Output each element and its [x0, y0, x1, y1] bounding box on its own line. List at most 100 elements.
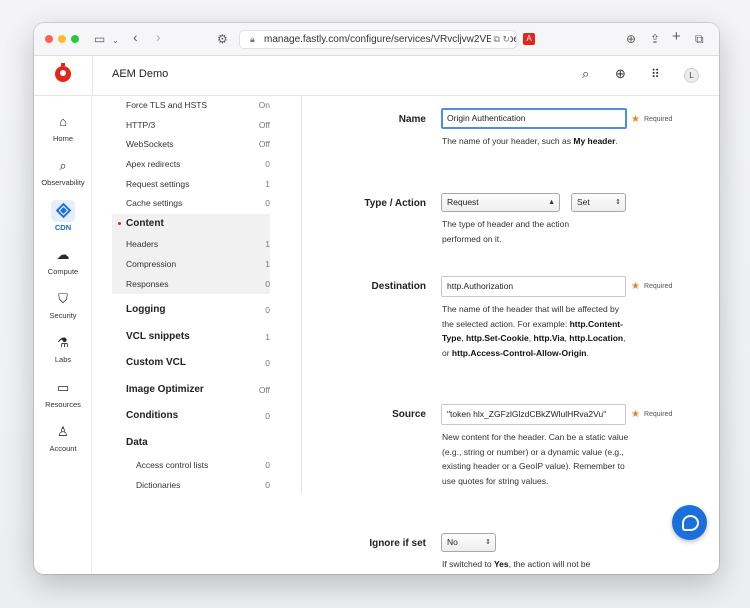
nav-item-compression[interactable]: Compression 1	[112, 255, 270, 274]
nav-section-vcl-snippets[interactable]: VCL snippets 1	[112, 328, 270, 347]
nav-section-image-optimizer[interactable]: Image Optimizer Off	[112, 381, 270, 400]
nav-section-data[interactable]: Data	[112, 434, 270, 453]
nav-section-content[interactable]: Content	[112, 215, 270, 234]
required-star-icon: ★	[631, 281, 640, 292]
shield-icon: ⛉	[58, 291, 68, 306]
app-header: AEM Demo ⌕ ⊕ ⠿ L	[34, 56, 719, 96]
tab-overview-icon[interactable]: ⧉	[695, 31, 704, 47]
fastly-logo-icon[interactable]	[55, 63, 71, 82]
nav-item-websockets[interactable]: WebSockets Off	[112, 135, 270, 154]
nav-item-value: 1	[265, 239, 270, 249]
rail-item-account[interactable]: ♙ Account	[34, 424, 92, 453]
rail-item-cdn[interactable]: CDN	[34, 200, 92, 232]
header-divider	[92, 56, 93, 96]
nav-item-label: Request settings	[126, 179, 190, 189]
nav-item-http3[interactable]: HTTP/3 Off	[112, 116, 270, 135]
forward-icon[interactable]: ›	[156, 29, 161, 45]
source-input[interactable]: "token hlx_ZGFzlGlzdCBkZWlulHRva2Vu"	[441, 404, 626, 425]
nav-item-access-control-lists[interactable]: Access control lists 0	[112, 456, 270, 475]
header-type-select[interactable]: Request ▲	[441, 193, 560, 212]
cloud-icon: ☁	[56, 247, 70, 262]
back-icon[interactable]: ‹	[133, 29, 138, 45]
nav-item-label: Cache settings	[126, 198, 183, 208]
nav-item-request-settings[interactable]: Request settings 1	[112, 175, 270, 194]
nav-item-value: 1	[265, 179, 270, 189]
share-icon[interactable]: ⇪	[650, 31, 660, 47]
browser-window: ▭ ⌄ ‹ › ⚙ 🔒︎ manage.fastly.com/configure…	[34, 23, 719, 574]
lock-icon: 🔒︎	[250, 34, 255, 44]
required-star-icon: ★	[631, 409, 640, 420]
required-text: Required	[643, 411, 673, 418]
rail-item-resources[interactable]: ▭ Resources	[34, 380, 92, 409]
nav-item-dictionaries[interactable]: Dictionaries 0	[112, 476, 270, 495]
content-group: Content Headers 1 Compression 1 Response…	[112, 214, 270, 294]
nav-item-value: On	[258, 100, 270, 110]
type-action-label: Type / Action	[364, 198, 426, 209]
required-indicator: ★ Required	[631, 409, 672, 420]
service-config-nav: Force TLS and HSTS On HTTP/3 Off WebSock…	[112, 96, 302, 574]
close-window-button[interactable]	[45, 35, 53, 43]
minimize-window-button[interactable]	[58, 35, 66, 43]
rail-item-observability[interactable]: ⌕ Observability	[34, 158, 92, 187]
nav-item-headers[interactable]: Headers 1	[112, 235, 270, 254]
rail-item-compute[interactable]: ☁ Compute	[34, 247, 92, 276]
search-icon[interactable]: ⌕	[582, 66, 589, 82]
nav-divider	[301, 96, 302, 492]
rail-label: Account	[49, 444, 77, 453]
apps-grid-icon[interactable]: ⠿	[651, 66, 660, 82]
sidebar-toggle-icon[interactable]: ▭	[94, 31, 105, 47]
chevron-down-icon[interactable]: ⌄	[112, 33, 119, 49]
new-tab-icon[interactable]: +	[672, 29, 681, 45]
chat-support-button[interactable]	[672, 505, 707, 540]
nav-item-cache-settings[interactable]: Cache settings 0	[112, 194, 270, 213]
select-arrows-icon: ⇕	[615, 199, 621, 206]
nav-item-value: 0	[265, 358, 270, 368]
destination-input[interactable]: http.Authorization	[441, 276, 626, 297]
select-arrows-icon: ▲	[548, 199, 555, 206]
whats-new-icon[interactable]: ⊕	[615, 66, 626, 82]
required-indicator: ★ Required	[631, 281, 672, 292]
select-arrows-icon: ⇕	[485, 539, 491, 546]
rail-label: Compute	[47, 267, 79, 276]
rail-item-security[interactable]: ⛉ Security	[34, 291, 92, 320]
pdf-extension-icon[interactable]: A	[523, 33, 535, 45]
nav-item-value: 0	[265, 411, 270, 421]
name-input[interactable]: Origin Authentication	[441, 108, 627, 129]
site-settings-icon[interactable]: ⚙	[217, 31, 228, 47]
nav-section-label: Image Optimizer	[126, 384, 204, 395]
nav-item-label: WebSockets	[126, 139, 174, 149]
destination-label: Destination	[371, 281, 426, 292]
required-text: Required	[643, 116, 673, 123]
header-action-select[interactable]: Set ⇕	[571, 193, 626, 212]
rail-item-labs[interactable]: ⚗ Labs	[34, 335, 92, 364]
left-rail: ⌂ Home ⌕ Observability CDN ☁ Compute ⛉ S…	[34, 96, 92, 574]
ignore-if-set-select[interactable]: No ⇕	[441, 533, 496, 552]
nav-item-label: Responses	[126, 279, 169, 289]
nav-item-label: Access control lists	[136, 460, 209, 470]
nav-item-force-tls[interactable]: Force TLS and HSTS On	[112, 96, 270, 115]
required-text: Required	[643, 283, 673, 290]
folder-icon: ▭	[56, 380, 70, 395]
nav-item-label: Apex redirects	[126, 159, 181, 169]
nav-section-conditions[interactable]: Conditions 0	[112, 407, 270, 426]
reload-icon[interactable]: ⧉ ↻	[490, 31, 510, 48]
nav-item-label: HTTP/3	[126, 120, 156, 130]
ignore-if-set-help: If switched to Yes, the action will not …	[442, 559, 591, 569]
avatar[interactable]: L	[684, 68, 699, 83]
rail-label: Labs	[54, 355, 72, 364]
service-title: AEM Demo	[112, 68, 169, 80]
nav-section-label: Conditions	[126, 410, 179, 421]
nav-item-responses[interactable]: Responses 0	[112, 275, 270, 294]
download-icon[interactable]: ⊕	[626, 31, 636, 47]
nav-section-label: Custom VCL	[126, 357, 186, 368]
source-help: New content for the header. Can be a sta…	[442, 432, 629, 487]
nav-section-logging[interactable]: Logging 0	[112, 301, 270, 320]
nav-section-custom-vcl[interactable]: Custom VCL 0	[112, 354, 270, 373]
address-bar[interactable]: 🔒︎ manage.fastly.com/configure/services/…	[239, 30, 517, 49]
rail-label: CDN	[54, 223, 72, 232]
nav-item-apex-redirects[interactable]: Apex redirects 0	[112, 155, 270, 174]
rail-item-home[interactable]: ⌂ Home	[34, 114, 92, 143]
ignore-if-set-label: Ignore if set	[369, 538, 426, 549]
maximize-window-button[interactable]	[71, 35, 79, 43]
nav-item-label: Compression	[126, 259, 177, 269]
